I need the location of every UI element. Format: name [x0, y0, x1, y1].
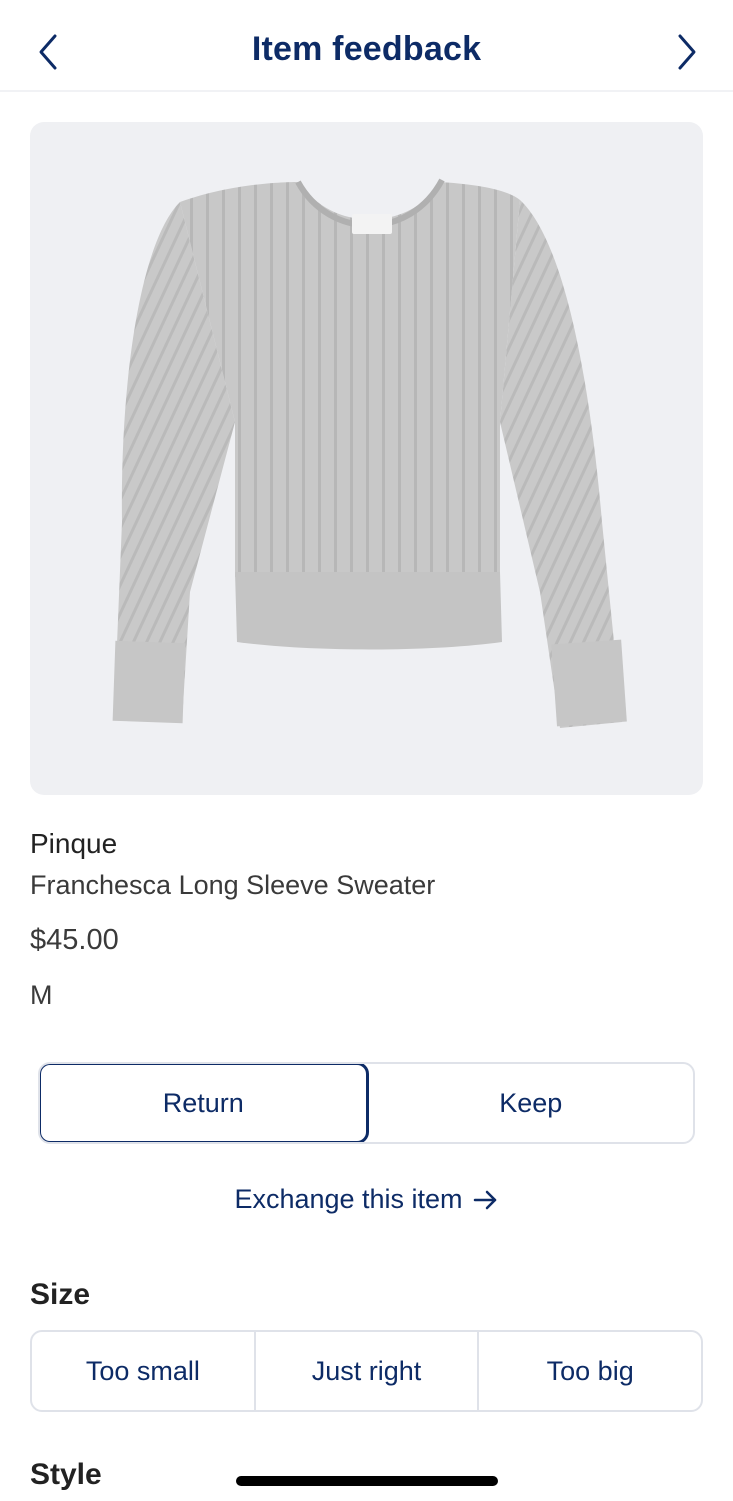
sweater-illustration: [112, 178, 627, 728]
too-small-option[interactable]: Too small: [32, 1332, 256, 1410]
page-title: Item feedback: [251, 30, 482, 68]
chevron-right-icon: [678, 34, 696, 70]
home-indicator[interactable]: [236, 1476, 498, 1486]
product-price: $45.00: [30, 924, 119, 956]
product-brand: Pinque: [30, 828, 118, 859]
header: Item feedback: [0, 0, 733, 92]
return-button[interactable]: Return: [40, 1064, 369, 1142]
exchange-link[interactable]: Exchange this item: [0, 1184, 733, 1215]
product-image: [30, 122, 703, 795]
size-feedback-selector: Too small Just right Too big: [30, 1330, 703, 1412]
arrow-right-icon: [473, 1190, 496, 1209]
product-name: Franchesca Long Sleeve Sweater: [30, 870, 436, 900]
keep-button[interactable]: Keep: [369, 1064, 694, 1142]
just-right-option[interactable]: Just right: [256, 1332, 480, 1410]
item-feedback-screen: Item feedback Pinque Franchesca Long Sle…: [0, 0, 733, 1501]
next-button[interactable]: [665, 30, 709, 74]
exchange-label: Exchange this item: [234, 1184, 463, 1214]
product-size: M: [30, 980, 53, 1010]
size-section-title: Size: [30, 1278, 91, 1311]
too-big-option[interactable]: Too big: [479, 1332, 701, 1410]
return-keep-toggle: Return Keep: [38, 1062, 695, 1144]
style-section-title: Style: [30, 1458, 102, 1491]
